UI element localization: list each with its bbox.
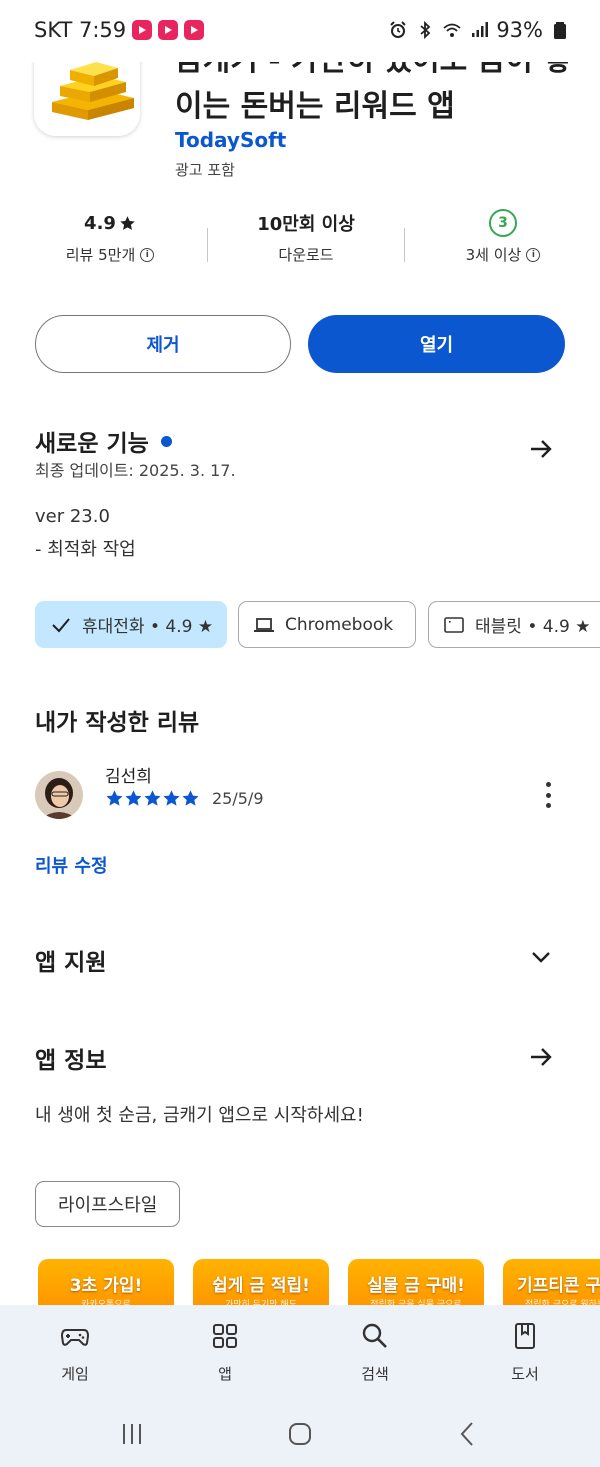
status-bar: SKT 7:59 93%: [0, 0, 600, 62]
version-text: ver 23.0: [35, 506, 110, 527]
battery-percent: 93%: [496, 18, 543, 42]
device-chip-phone[interactable]: 휴대전화 • 4.9 ★: [35, 601, 227, 648]
banner-title: 기프티콘 구: [517, 1276, 600, 1296]
rating-label: 리뷰 5만개: [65, 246, 136, 264]
gamepad-icon: [60, 1329, 90, 1346]
tablet-icon: [444, 616, 464, 633]
whats-new-title[interactable]: 새로운 기능: [35, 424, 172, 458]
downloads-label: 다운로드: [278, 246, 334, 264]
more-dot: [545, 782, 551, 787]
star-icon: [163, 790, 180, 806]
alarm-icon: [390, 21, 407, 38]
device-chip-label: 휴대전화 • 4.9 ★: [82, 617, 214, 637]
review-date: 25/5/9: [212, 789, 264, 808]
my-review-heading: 내가 작성한 리뷰: [35, 710, 200, 736]
back-icon: [460, 1422, 473, 1446]
battery-icon: [554, 22, 566, 39]
app-support-heading[interactable]: 앱 지원: [35, 943, 107, 977]
star-icon: [106, 790, 123, 806]
carrier-time: SKT 7:59: [34, 18, 127, 42]
search-icon: [362, 1323, 387, 1348]
home-icon: [289, 1423, 311, 1445]
star-icon: [144, 790, 161, 806]
app-notification-icon: [132, 20, 153, 40]
app-notification-icon: [158, 20, 179, 40]
downloads-value: 10만회 이상: [257, 214, 355, 235]
new-indicator-dot: [160, 435, 172, 447]
more-options-button[interactable]: [536, 778, 560, 812]
reviewer-name: 김선희: [105, 767, 152, 787]
stats-row: 4.9 리뷰 5만개 i 10만회 이상 다운로드 3 3세 이상 i: [0, 208, 600, 284]
device-chip-label: 태블릿 • 4.9 ★: [475, 617, 591, 637]
star-icon: [182, 790, 199, 806]
app-notification-icon: [184, 20, 205, 40]
category-tag[interactable]: 라이프스타일: [35, 1181, 181, 1227]
home-button[interactable]: [280, 1419, 320, 1449]
banner-title: 쉽게 금 적립!: [212, 1276, 310, 1296]
rating-value: 4.9: [84, 212, 116, 234]
laptop-icon: [254, 617, 274, 632]
arrow-right-icon: [531, 440, 552, 458]
signal-icon: [472, 22, 489, 37]
star-icon: [125, 790, 142, 806]
wifi-icon: [443, 23, 461, 37]
info-icon[interactable]: i: [140, 247, 155, 262]
nav-item-search[interactable]: 검색: [300, 1305, 450, 1405]
ad-notice: 광고 포함: [175, 161, 235, 179]
open-button[interactable]: 열기: [308, 315, 565, 373]
nav-label: 게임: [61, 1365, 89, 1383]
reviewer-photo: [35, 771, 83, 819]
info-icon[interactable]: i: [526, 247, 541, 262]
age-rating-badge: 3: [489, 209, 517, 237]
age-label: 3세 이상: [465, 246, 522, 264]
avatar: [35, 771, 83, 819]
whats-new-heading: 새로운 기능: [35, 431, 149, 457]
app-info-arrow-button[interactable]: [524, 1040, 558, 1074]
nav-label: 앱: [218, 1365, 232, 1383]
chevron-down-icon: [532, 952, 550, 963]
recent-apps-icon: [123, 1424, 141, 1444]
app-support-expand-button[interactable]: [524, 940, 558, 974]
more-dot: [545, 792, 551, 798]
device-chip-label: Chromebook: [285, 614, 394, 635]
nav-item-books[interactable]: 도서: [450, 1305, 600, 1405]
banner-title: 3초 가입!: [69, 1276, 143, 1296]
system-navigation-bar: [0, 1405, 600, 1467]
rating-stat[interactable]: 4.9 리뷰 5만개 i: [10, 208, 210, 265]
age-stat[interactable]: 3 3세 이상 i: [403, 208, 600, 265]
recent-apps-button[interactable]: [112, 1419, 152, 1449]
last-updated: 최종 업데이트: 2025. 3. 17.: [35, 461, 236, 480]
apps-grid-icon: [213, 1324, 237, 1348]
whats-new-arrow-button[interactable]: [524, 432, 558, 466]
screenshot-carousel[interactable]: 3초 가입! 카카오톡으로 쉽게 금 적립! 가만히 두기만 해도 실물 금 구…: [38, 1259, 600, 1319]
nav-item-games[interactable]: 게임: [0, 1305, 150, 1405]
star-icon: [120, 215, 135, 230]
bluetooth-icon: [420, 20, 431, 40]
back-button[interactable]: [448, 1419, 488, 1449]
check-icon: [52, 617, 70, 632]
nav-label: 검색: [361, 1365, 389, 1383]
arrow-right-icon: [531, 1048, 552, 1066]
developer-link[interactable]: TodaySoft: [175, 128, 286, 152]
status-right: 93%: [388, 18, 570, 42]
book-icon: [515, 1323, 535, 1349]
nav-label: 도서: [511, 1365, 539, 1383]
release-notes: - 최적화 작업: [35, 539, 136, 560]
device-chip-tablet[interactable]: 태블릿 • 4.9 ★: [428, 601, 600, 648]
app-info-heading[interactable]: 앱 정보: [35, 1041, 107, 1075]
banner-title: 실물 금 구매!: [367, 1276, 465, 1296]
status-left: SKT 7:59: [34, 18, 205, 42]
edit-review-link[interactable]: 리뷰 수정: [35, 852, 108, 878]
device-chip-chromebook[interactable]: Chromebook: [238, 601, 416, 648]
bottom-navigation: 게임 앱 검색 도서: [0, 1305, 600, 1405]
downloads-stat: 10만회 이상 다운로드: [206, 208, 406, 265]
more-dot: [545, 803, 551, 808]
nav-item-apps[interactable]: 앱: [150, 1305, 300, 1405]
app-description: 내 생애 첫 순금, 금캐기 앱으로 시작하세요!: [35, 1105, 364, 1126]
remove-button[interactable]: 제거: [35, 315, 291, 373]
review-stars: 25/5/9: [105, 789, 264, 808]
